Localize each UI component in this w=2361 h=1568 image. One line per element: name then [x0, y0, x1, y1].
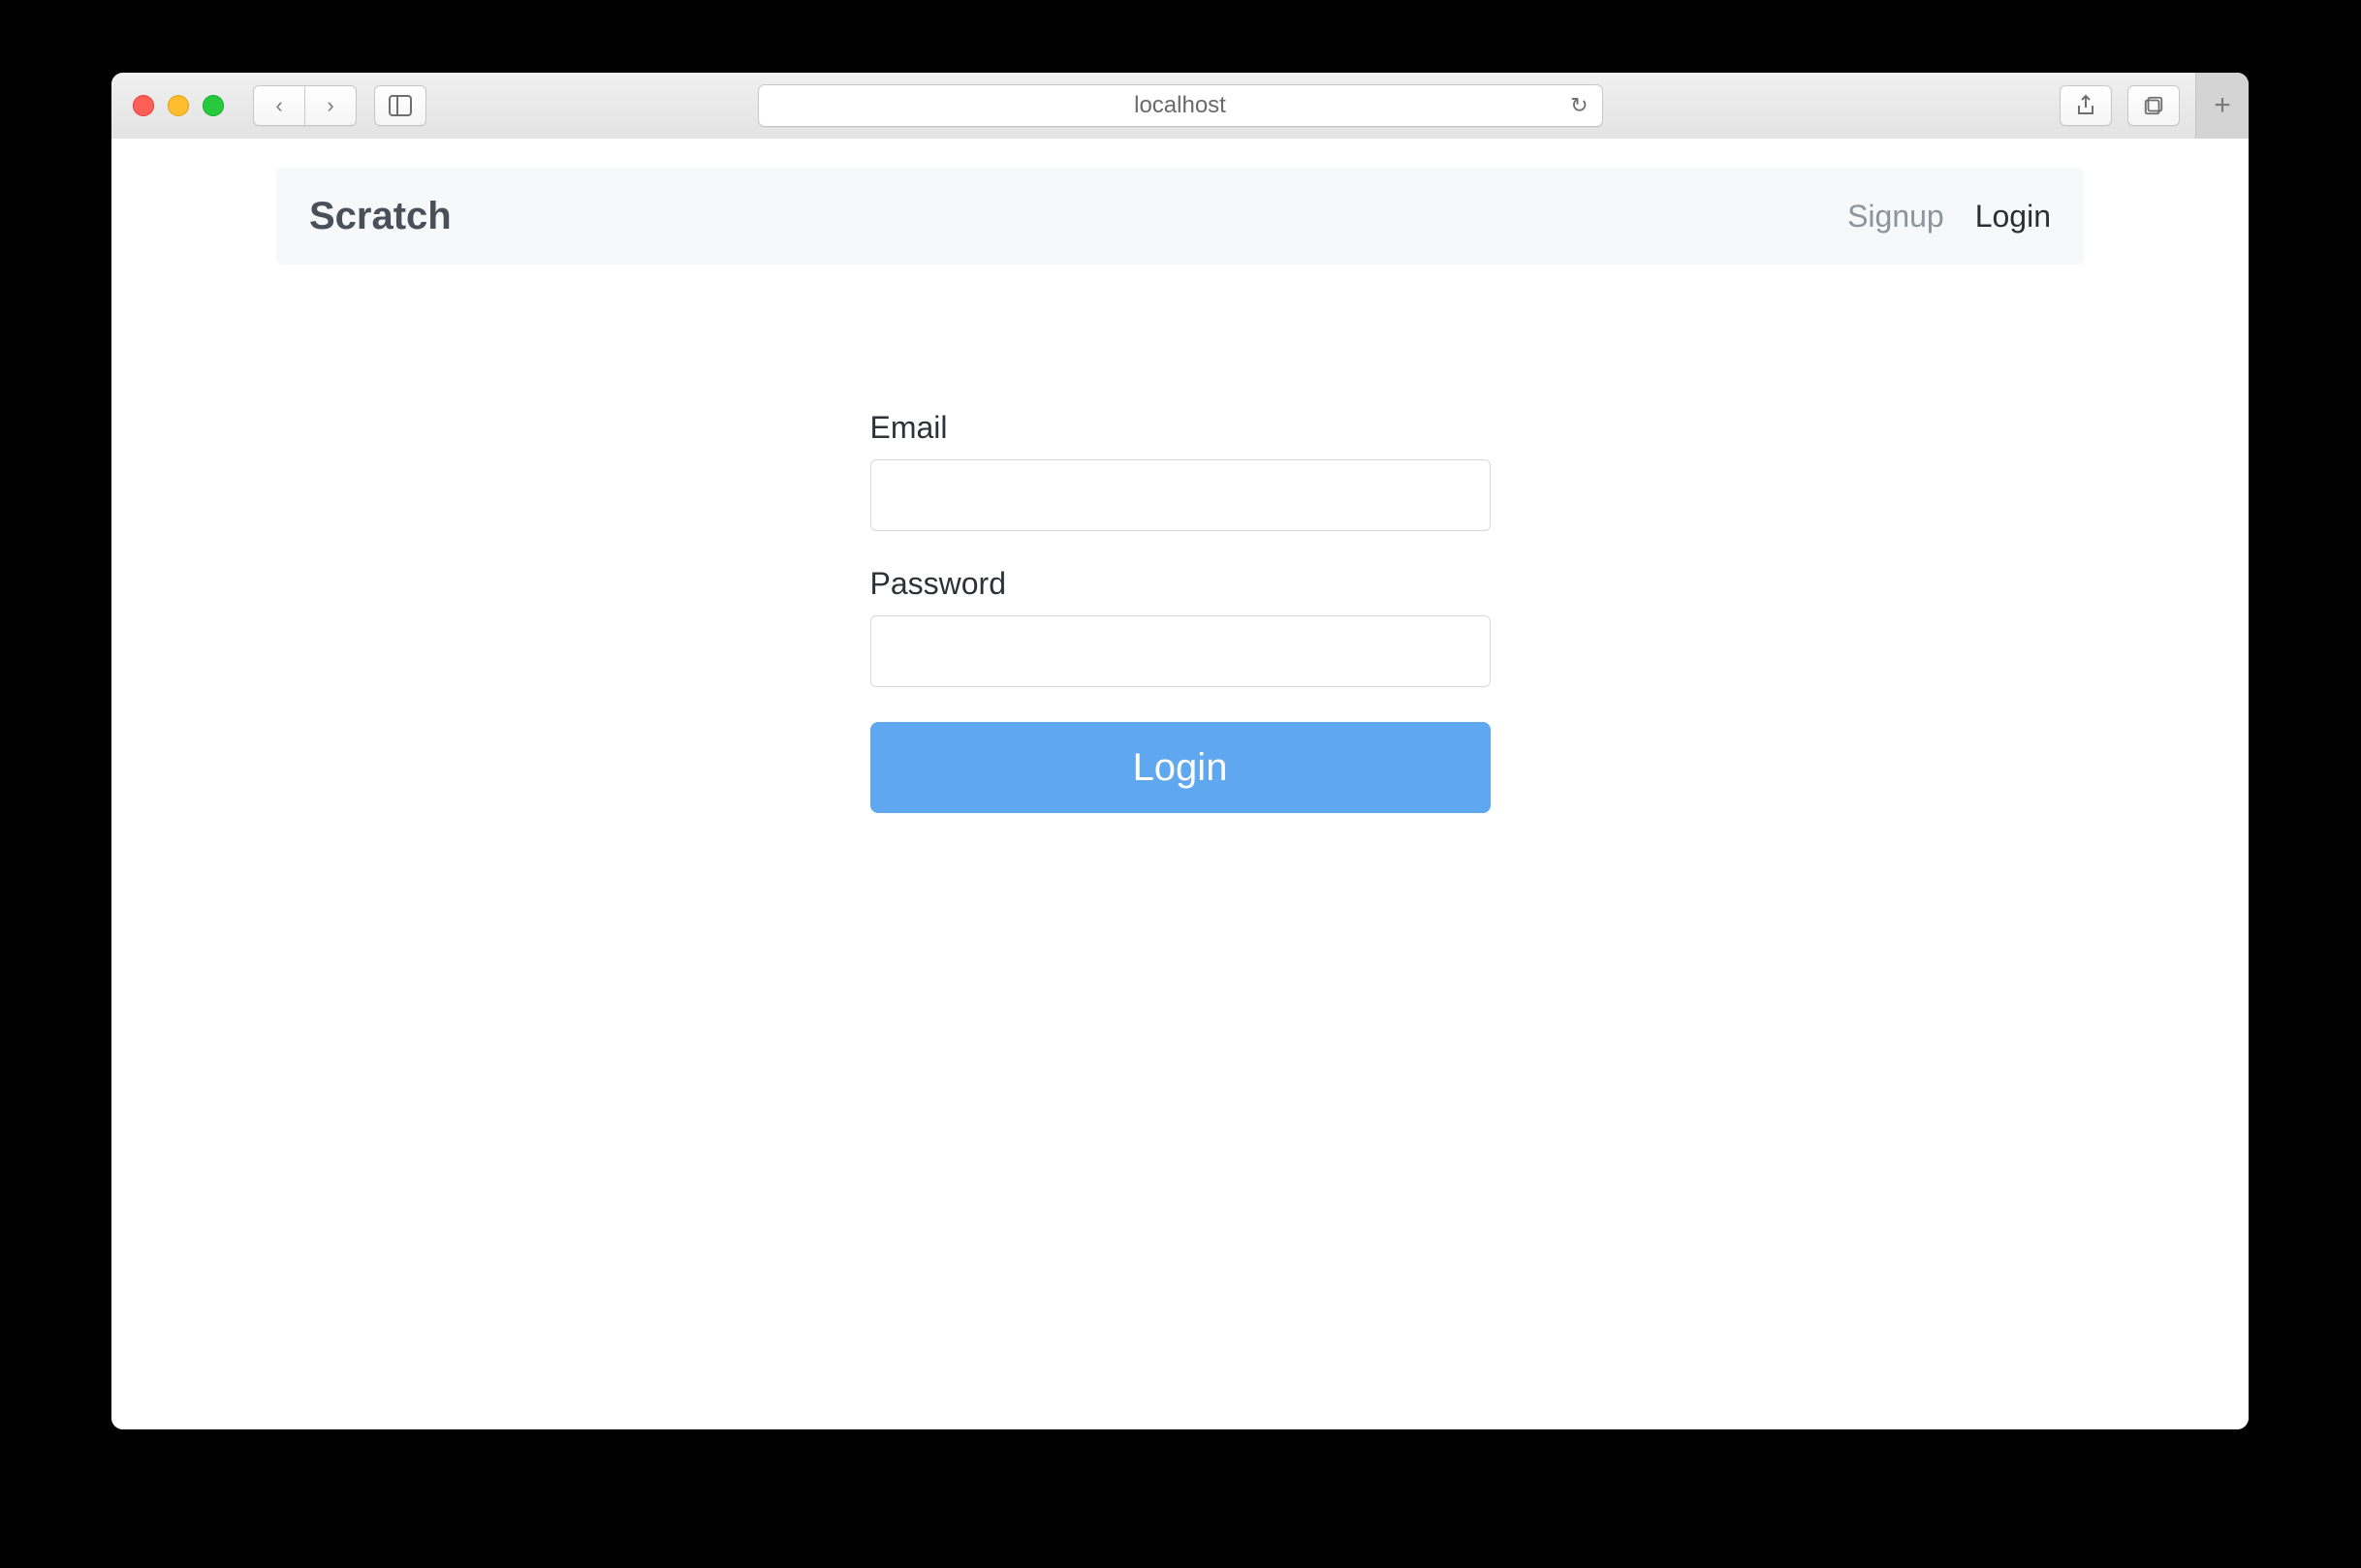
nav-signup[interactable]: Signup	[1847, 199, 1944, 235]
tabs-icon	[2143, 94, 2164, 117]
nav-login[interactable]: Login	[1975, 199, 2051, 235]
chevron-left-icon: ‹	[275, 93, 282, 118]
plus-icon: +	[2214, 89, 2231, 122]
browser-titlebar: ‹ › localhost ↻	[111, 73, 2249, 140]
email-label: Email	[870, 410, 1491, 446]
nav-buttons: ‹ ›	[253, 85, 357, 126]
minimize-window-button[interactable]	[168, 95, 189, 116]
share-icon	[2075, 94, 2096, 117]
reload-icon[interactable]: ↻	[1570, 93, 1588, 118]
address-bar[interactable]: localhost ↻	[758, 84, 1603, 127]
back-button[interactable]: ‹	[253, 85, 304, 126]
chevron-right-icon: ›	[327, 93, 333, 118]
page-content: Scratch Signup Login Email Password Logi…	[111, 139, 2249, 1429]
password-label: Password	[870, 566, 1491, 602]
login-form: Email Password Login	[870, 410, 1491, 813]
close-window-button[interactable]	[133, 95, 154, 116]
share-button[interactable]	[2060, 85, 2112, 126]
login-button[interactable]: Login	[870, 722, 1491, 813]
email-input[interactable]	[870, 459, 1491, 531]
fullscreen-window-button[interactable]	[203, 95, 224, 116]
browser-window: ‹ › localhost ↻	[111, 73, 2249, 1429]
app-navbar: Scratch Signup Login	[276, 168, 2084, 265]
nav-links: Signup Login	[1847, 199, 2051, 235]
brand[interactable]: Scratch	[309, 195, 452, 238]
address-bar-text: localhost	[1134, 92, 1226, 119]
window-controls	[133, 95, 224, 116]
password-input[interactable]	[870, 615, 1491, 687]
sidebar-icon	[389, 95, 412, 116]
new-tab-button[interactable]: +	[2195, 73, 2249, 139]
forward-button[interactable]: ›	[304, 85, 357, 126]
tabs-button[interactable]	[2127, 85, 2180, 126]
show-sidebar-button[interactable]	[374, 85, 426, 126]
